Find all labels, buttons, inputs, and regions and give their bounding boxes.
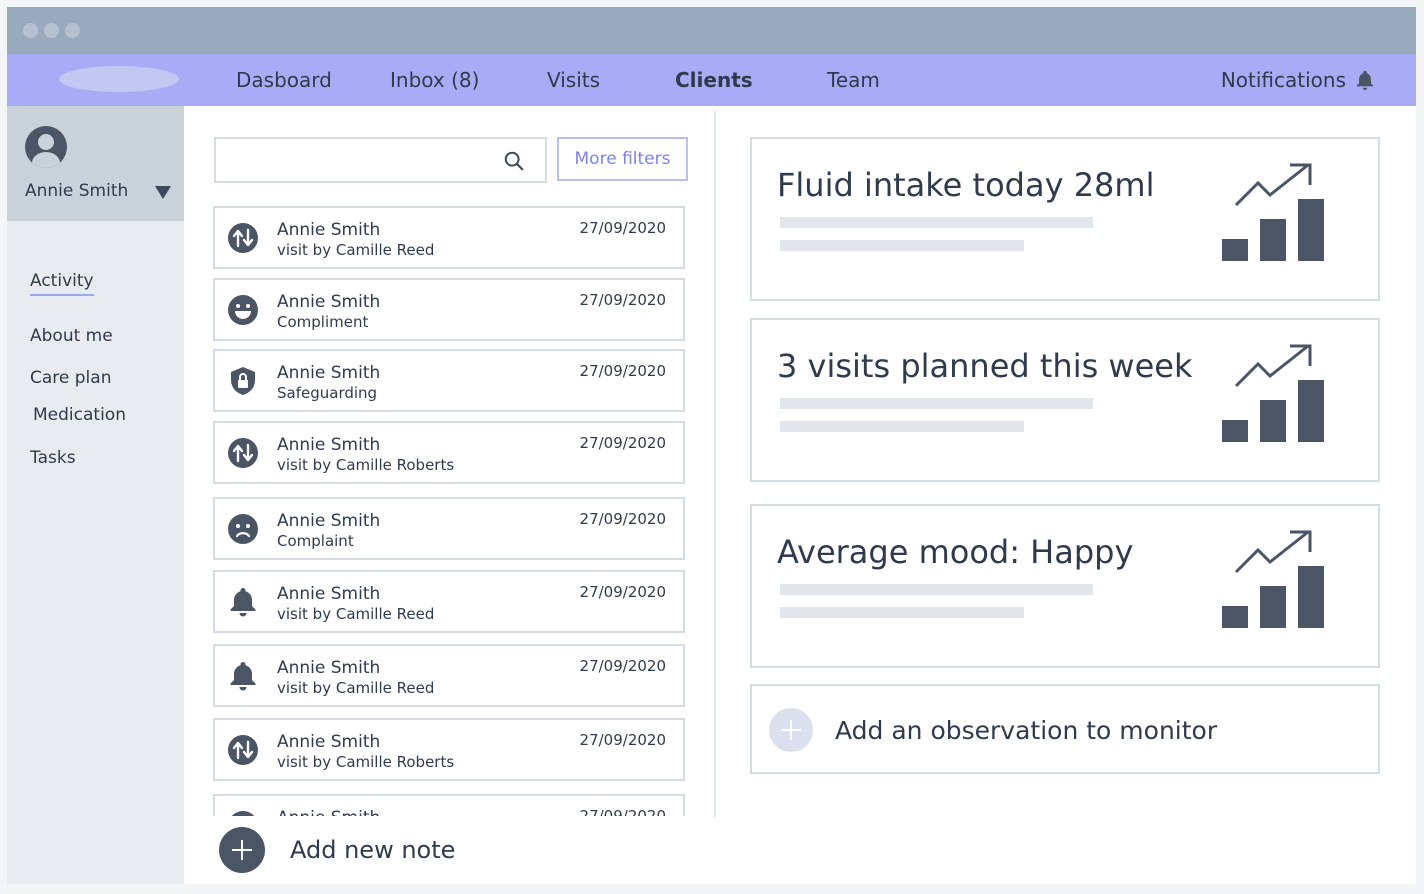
- title-bar: [7, 7, 1416, 54]
- placeholder-line: [780, 584, 1093, 595]
- note-client-name: Annie Smith: [277, 220, 381, 240]
- nav-inbox[interactable]: Inbox (8): [390, 68, 479, 92]
- note-subtitle: Compliment: [277, 313, 369, 331]
- card-title: 3 visits planned this week: [777, 347, 1193, 385]
- note-client-name: Annie Smith: [277, 511, 381, 531]
- bell-icon: [230, 588, 256, 617]
- note-date: 27/09/2020: [579, 731, 666, 749]
- add-observation-label: Add an observation to monitor: [835, 716, 1218, 745]
- sidebar-item-medication[interactable]: Medication: [33, 405, 126, 425]
- note-client-name: Annie Smith: [277, 732, 381, 752]
- trend-chart-icon: [1222, 530, 1324, 628]
- note-date: 27/09/2020: [579, 291, 666, 309]
- note-subtitle: Safeguarding: [277, 384, 378, 402]
- add-observation-button[interactable]: Add an observation to monitor: [750, 684, 1380, 774]
- card-title: Average mood: Happy: [777, 533, 1134, 571]
- note-client-name: Annie Smith: [277, 584, 381, 604]
- more-filters-button[interactable]: More filters: [557, 137, 688, 181]
- note-subtitle: visit by Camille Roberts: [277, 456, 455, 474]
- nav-dashboard[interactable]: Dasboard: [236, 68, 332, 92]
- sidebar-item-care-plan[interactable]: Care plan: [30, 368, 111, 388]
- note-item[interactable]: Annie Smith visit by Camille Reed 27/09/…: [213, 644, 685, 707]
- notifications-label: Notifications: [1220, 68, 1346, 92]
- sidebar-item-about-me[interactable]: About me: [30, 326, 113, 346]
- visit-arrows-icon: [228, 735, 258, 765]
- add-note-button[interactable]: Add new note: [219, 827, 455, 873]
- placeholder-line: [780, 607, 1024, 618]
- note-date: 27/09/2020: [579, 362, 666, 380]
- sad-face-icon: [228, 514, 258, 544]
- shield-lock-icon: [231, 367, 255, 395]
- note-client-name: Annie Smith: [277, 658, 381, 678]
- user-name: Annie Smith: [25, 181, 129, 201]
- note-client-name: Annie Smith: [277, 292, 381, 312]
- trend-chart-icon: [1222, 163, 1324, 261]
- plus-icon: [769, 708, 813, 752]
- note-subtitle: visit by Camille Reed: [277, 605, 435, 623]
- visit-arrows-icon: [231, 811, 255, 816]
- window-minimize-dot[interactable]: [44, 23, 59, 38]
- column-divider: [714, 111, 716, 817]
- note-subtitle: visit by Camille Roberts: [277, 753, 455, 771]
- notes-list: Annie Smith visit by Camille Reed 27/09/…: [212, 204, 692, 816]
- sidebar: Annie Smith Activity About me Care plan …: [7, 106, 184, 884]
- nav-team[interactable]: Team: [827, 68, 880, 92]
- observation-card[interactable]: Average mood: Happy: [750, 504, 1380, 668]
- card-title: Fluid intake today 28ml: [777, 166, 1155, 204]
- bell-icon: [1356, 70, 1374, 91]
- top-nav: Dasboard Inbox (8) Visits Clients Team N…: [7, 54, 1416, 106]
- observation-card[interactable]: 3 visits planned this week: [750, 318, 1380, 482]
- app-window: Dasboard Inbox (8) Visits Clients Team N…: [7, 7, 1416, 884]
- note-item[interactable]: Annie Smith Compliment 27/09/2020: [213, 278, 685, 341]
- sidebar-item-activity[interactable]: Activity: [30, 271, 94, 296]
- note-client-name: Annie Smith: [277, 435, 381, 455]
- placeholder-line: [780, 217, 1093, 228]
- note-subtitle: visit by Camille Reed: [277, 679, 435, 697]
- placeholder-line: [780, 240, 1024, 251]
- window-maximize-dot[interactable]: [65, 23, 80, 38]
- note-item[interactable]: Annie Smith visit by Camille Roberts 27/…: [213, 718, 685, 781]
- note-subtitle: Complaint: [277, 532, 354, 550]
- observation-card[interactable]: Fluid intake today 28ml: [750, 137, 1380, 301]
- note-client-name: Annie Smith: [277, 808, 380, 816]
- note-date: 27/09/2020: [579, 657, 666, 675]
- note-date: 27/09/2020: [579, 807, 666, 816]
- note-item[interactable]: Annie Smith visit by Camille Roberts 27/…: [213, 421, 685, 484]
- note-item[interactable]: Annie Smith Complaint 27/09/2020: [213, 497, 685, 560]
- note-client-name: Annie Smith: [277, 363, 381, 383]
- caret-down-icon[interactable]: [155, 186, 171, 199]
- placeholder-line: [780, 421, 1024, 432]
- search-box[interactable]: [214, 137, 547, 183]
- note-subtitle: visit by Camille Reed: [277, 241, 435, 259]
- avatar: [25, 126, 67, 168]
- note-date: 27/09/2020: [579, 510, 666, 528]
- happy-face-icon: [228, 295, 258, 325]
- note-date: 27/09/2020: [579, 583, 666, 601]
- sidebar-item-tasks[interactable]: Tasks: [30, 448, 76, 468]
- nav-clients[interactable]: Clients: [675, 68, 753, 92]
- note-date: 27/09/2020: [579, 219, 666, 237]
- bell-icon: [230, 662, 256, 691]
- nav-visits[interactable]: Visits: [547, 68, 600, 92]
- note-date: 27/09/2020: [579, 434, 666, 452]
- trend-chart-icon: [1222, 344, 1324, 442]
- logo[interactable]: [59, 66, 179, 92]
- note-item[interactable]: Annie Smith visit by Camille Reed 27/09/…: [213, 206, 685, 269]
- notifications-link[interactable]: Notifications: [1221, 68, 1376, 92]
- plus-icon: [219, 827, 265, 873]
- note-item[interactable]: Annie Smith 27/09/2020: [213, 794, 685, 816]
- window-close-dot[interactable]: [23, 23, 38, 38]
- add-note-label: Add new note: [290, 836, 456, 864]
- search-input[interactable]: [224, 145, 494, 175]
- placeholder-line: [780, 398, 1093, 409]
- visit-arrows-icon: [228, 223, 258, 253]
- visit-arrows-icon: [228, 438, 258, 468]
- note-item[interactable]: Annie Smith Safeguarding 27/09/2020: [213, 349, 685, 412]
- user-switcher[interactable]: Annie Smith: [7, 106, 184, 221]
- note-item[interactable]: Annie Smith visit by Camille Reed 27/09/…: [213, 570, 685, 633]
- search-icon[interactable]: [503, 150, 525, 172]
